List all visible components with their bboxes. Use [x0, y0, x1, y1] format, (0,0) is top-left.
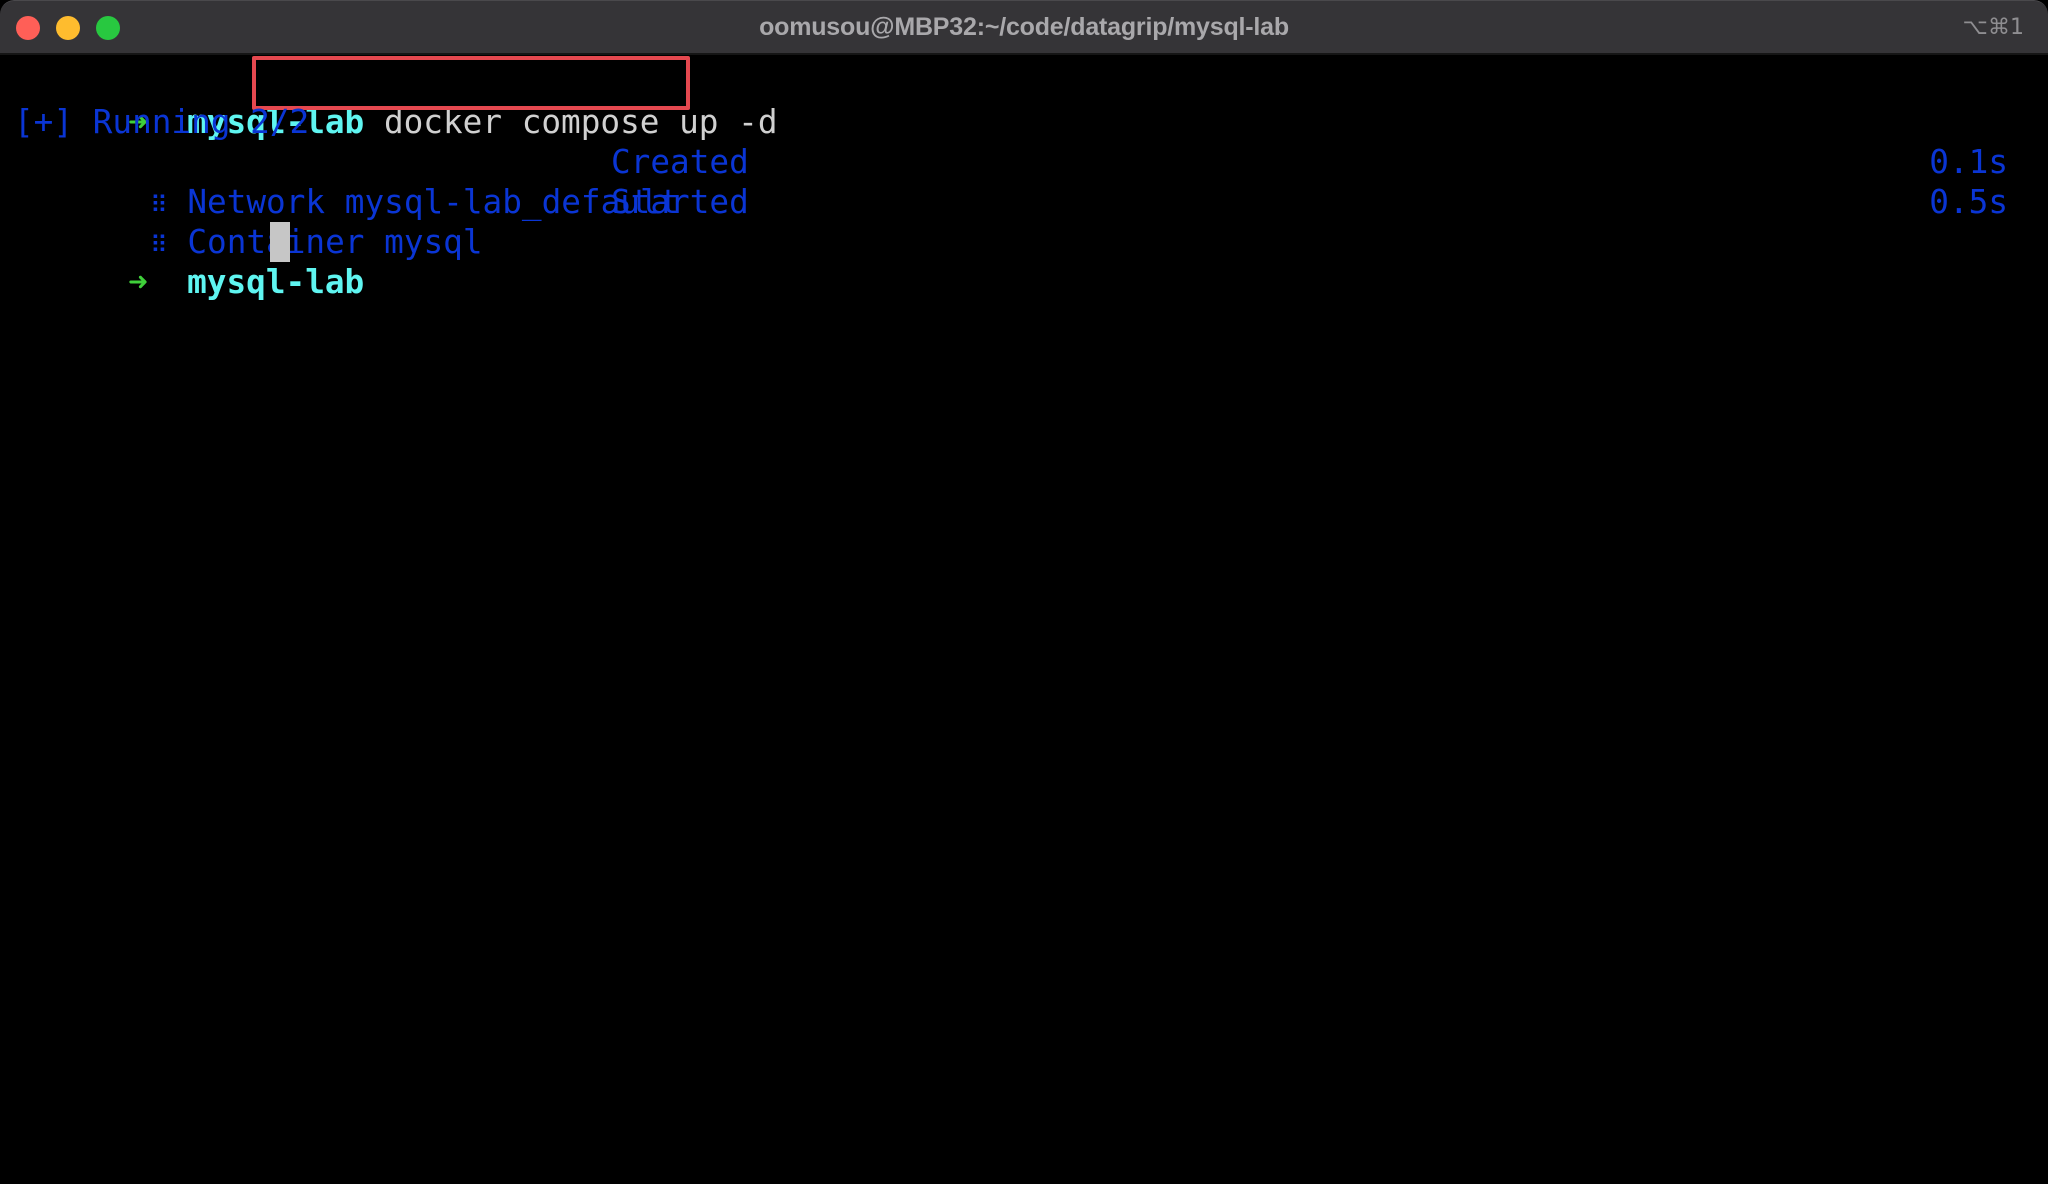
- prompt-line: ➜ mysql-lab: [10, 222, 364, 301]
- task-time: 0.5s: [1929, 183, 2008, 221]
- task-status: Created: [611, 143, 749, 181]
- title-bar: oomusou@MBP32:~/code/datagrip/mysql-lab …: [0, 0, 2048, 55]
- task-row: ⠿ Network mysql-lab_default: [32, 142, 679, 221]
- terminal-window: oomusou@MBP32:~/code/datagrip/mysql-lab …: [0, 0, 2048, 1184]
- task-row: ⠿ Container mysql: [32, 182, 482, 261]
- terminal-content[interactable]: ➜ mysql-lab docker compose up -d [+] Run…: [0, 55, 2048, 1184]
- tab-shortcut-label: ⌥⌘1: [1962, 15, 2024, 40]
- running-status-line: [+] Running 2/2: [14, 103, 310, 141]
- command-highlight-box: [252, 56, 690, 110]
- window-title: oomusou@MBP32:~/code/datagrip/mysql-lab: [759, 13, 1289, 41]
- task-status: Started: [611, 183, 749, 221]
- text-cursor: [270, 222, 290, 262]
- prompt-arrow-icon: ➜: [128, 263, 148, 301]
- task-time: 0.1s: [1929, 143, 2008, 181]
- prompt-cwd: mysql-lab: [187, 263, 365, 301]
